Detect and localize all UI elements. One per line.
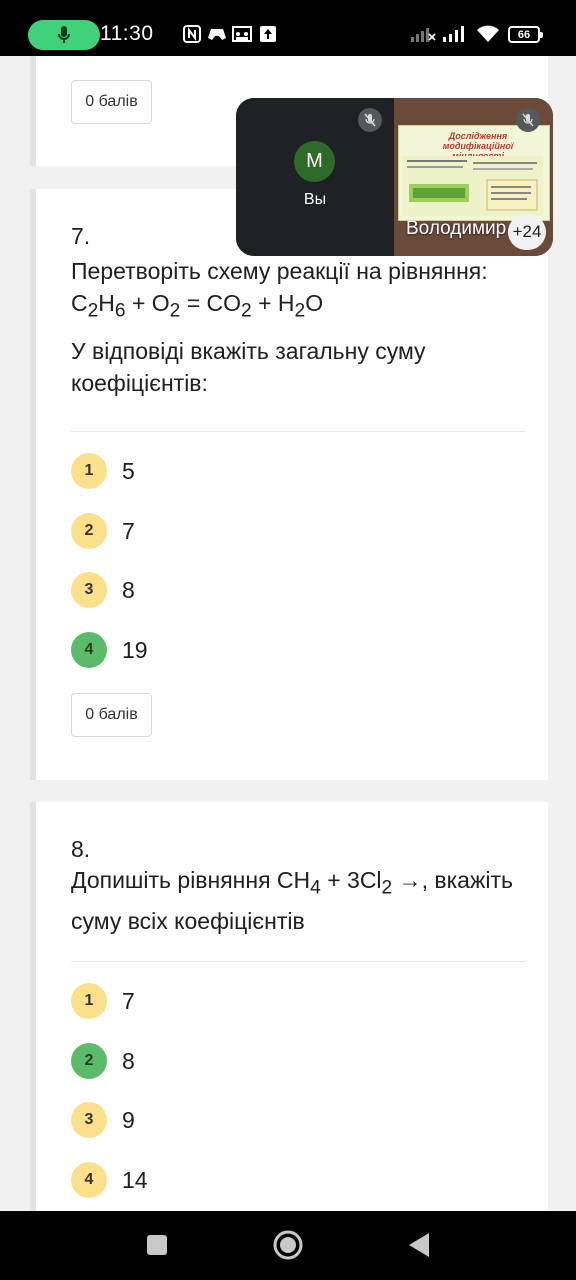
option-number-badge-correct: 2 — [71, 1043, 107, 1079]
option-text: 5 — [122, 457, 135, 484]
option-text: 9 — [122, 1106, 135, 1133]
signal-icon — [442, 24, 468, 44]
score-button[interactable]: 0 балів — [71, 693, 152, 737]
option-number-badge-correct: 4 — [71, 632, 107, 668]
question-number: 8. — [71, 836, 91, 862]
nfc-icon — [182, 24, 202, 44]
mic-off-icon — [358, 108, 382, 132]
answer-option[interactable]: 1 7 — [71, 981, 135, 1021]
question-line: Перетворіть схему реакції на рівняння: — [71, 258, 488, 284]
divider — [71, 431, 525, 432]
option-text: 19 — [122, 636, 148, 663]
option-number-badge: 4 — [71, 1162, 107, 1198]
recents-square-icon[interactable] — [146, 1234, 168, 1256]
mic-off-icon — [516, 108, 540, 132]
question-text: Перетворіть схему реакції на рівняння: C… — [71, 255, 531, 328]
video-call-overlay[interactable]: M Вы Дослідження модифікаційної мінливос… — [236, 98, 553, 256]
slide-content-image — [403, 156, 543, 216]
answer-option[interactable]: 3 9 — [71, 1100, 135, 1140]
meet-icon — [232, 24, 252, 44]
more-participants-badge[interactable]: +24 — [508, 214, 546, 250]
option-number-badge: 1 — [71, 453, 107, 489]
question-text: Допишіть рівняння CH4 + 3Cl2 →, вкажіть … — [71, 867, 513, 934]
navigation-bar — [0, 1211, 576, 1280]
score-button[interactable]: 0 балів — [71, 80, 152, 124]
status-bar: 11:30 66 — [0, 0, 576, 56]
answer-option-correct[interactable]: 4 19 — [71, 630, 148, 670]
game-icon — [207, 24, 227, 44]
option-text: 8 — [122, 576, 135, 603]
option-text: 7 — [122, 517, 135, 544]
mic-icon — [58, 26, 70, 43]
answer-option[interactable]: 2 7 — [71, 511, 135, 551]
question-card-7: 7. Перетворіть схему реакції на рівняння… — [30, 189, 548, 780]
option-text: 8 — [122, 1047, 135, 1074]
option-number-badge: 2 — [71, 513, 107, 549]
divider — [71, 961, 525, 962]
self-name-label: Вы — [303, 191, 327, 208]
home-circle-icon[interactable] — [272, 1229, 304, 1261]
wifi-icon — [476, 24, 500, 44]
answer-option[interactable]: 4 14 — [71, 1160, 148, 1200]
self-video-tile[interactable]: M Вы — [236, 98, 394, 256]
shared-slide-thumbnail: Дослідження модифікаційної мінливості — [398, 125, 550, 221]
option-number-badge: 3 — [71, 1102, 107, 1138]
question-card-8: 8. Допишіть рівняння CH4 + 3Cl2 →, вкажі… — [30, 802, 548, 1222]
option-text: 7 — [122, 987, 135, 1014]
answer-option[interactable]: 1 5 — [71, 451, 135, 491]
battery-icon: 66 — [508, 26, 543, 43]
question-instruction: У відповіді вкажіть загальну суму коефіц… — [71, 338, 426, 396]
avatar: M — [294, 141, 335, 182]
option-number-badge: 3 — [71, 572, 107, 608]
signal-off-icon — [410, 24, 436, 44]
answer-option-correct[interactable]: 2 8 — [71, 1041, 135, 1081]
question-equation: C2H6 + O2 = CO2 + H2O — [71, 290, 324, 322]
option-text: 14 — [122, 1166, 148, 1193]
back-triangle-icon[interactable] — [408, 1232, 430, 1258]
option-number-badge: 1 — [71, 983, 107, 1019]
active-mic-indicator[interactable] — [28, 20, 100, 50]
question-number: 7. — [71, 223, 91, 249]
upload-icon — [258, 24, 278, 44]
answer-option[interactable]: 3 8 — [71, 570, 135, 610]
clock: 11:30 — [100, 22, 154, 45]
remote-participant-name: Володимир — [406, 218, 507, 239]
